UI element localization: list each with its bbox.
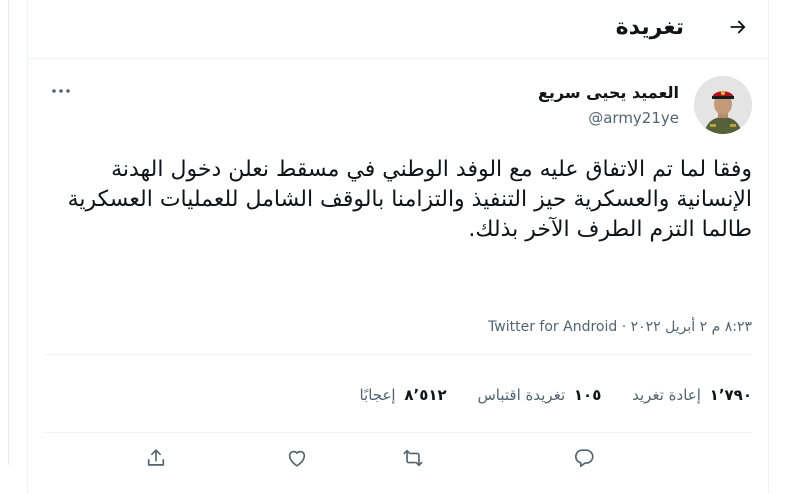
retweet-label: إعادة تغريد bbox=[632, 386, 701, 404]
quote-label: تغريدة اقتباس bbox=[477, 386, 566, 404]
author-name[interactable]: العميد يحيى سريع bbox=[538, 82, 679, 104]
retweet-count: ١٬٧٩٠ bbox=[709, 386, 752, 404]
back-button[interactable] bbox=[720, 9, 756, 45]
profile-photo bbox=[694, 76, 752, 134]
like-button[interactable] bbox=[279, 440, 315, 476]
divider bbox=[44, 432, 752, 433]
like-count: ٨٬٥١٢ bbox=[404, 386, 447, 404]
page-title: تغريدة bbox=[615, 15, 684, 40]
tweet-date[interactable]: ٢ أبريل ٢٠٢٢ bbox=[631, 319, 708, 335]
header: تغريدة bbox=[28, 0, 768, 59]
tweet-client[interactable]: Twitter for Android bbox=[488, 319, 617, 335]
avatar[interactable] bbox=[694, 76, 752, 134]
more-icon bbox=[52, 89, 70, 93]
quote-stat[interactable]: ١٠٥ تغريدة اقتباس bbox=[477, 384, 601, 406]
retweet-icon bbox=[403, 449, 423, 467]
meta-separator: · bbox=[621, 319, 627, 335]
like-label: إعجابًا bbox=[359, 386, 396, 404]
reply-button[interactable] bbox=[566, 440, 602, 476]
divider bbox=[44, 354, 752, 355]
page-edge-line bbox=[8, 0, 9, 465]
tweet-time[interactable]: ٨:٢٣ م bbox=[712, 319, 752, 335]
like-icon bbox=[288, 450, 306, 467]
tweet-column: تغريدة العميد يحيى سريع @army21ye وفقا ل… bbox=[27, 0, 769, 494]
retweet-stat[interactable]: ١٬٧٩٠ إعادة تغريد bbox=[632, 384, 752, 406]
tweet-actions bbox=[28, 440, 768, 476]
tweet-stats: ١٬٧٩٠ إعادة تغريد ١٠٥ تغريدة اقتباس ٨٬٥١… bbox=[333, 384, 752, 406]
reply-icon bbox=[575, 449, 594, 468]
author-handle[interactable]: @army21ye bbox=[588, 108, 679, 128]
share-icon bbox=[147, 449, 165, 466]
like-stat[interactable]: ٨٬٥١٢ إعجابًا bbox=[359, 384, 446, 406]
arrow-right-icon bbox=[730, 20, 746, 34]
retweet-button[interactable] bbox=[395, 440, 431, 476]
more-button[interactable] bbox=[46, 80, 76, 102]
share-button[interactable] bbox=[138, 440, 174, 476]
tweet-text: وفقا لما تم الاتفاق عليه مع الوفد الوطني… bbox=[67, 157, 752, 242]
quote-count: ١٠٥ bbox=[573, 386, 602, 404]
tweet-meta: ٨:٢٣ م ٢ أبريل ٢٠٢٢ · Twitter for Androi… bbox=[488, 316, 752, 338]
